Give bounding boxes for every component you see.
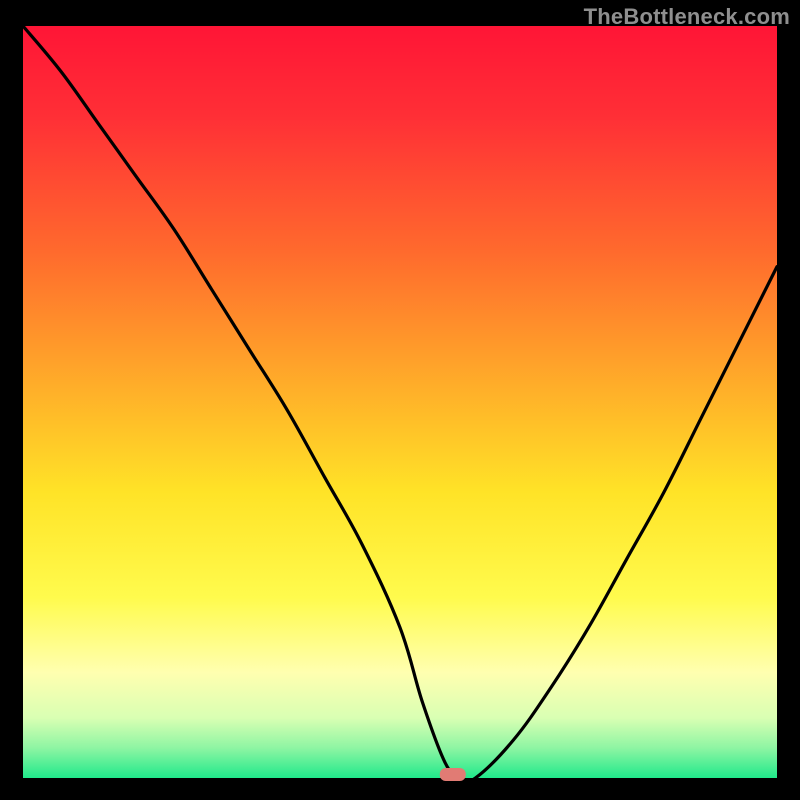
plot-background bbox=[23, 26, 777, 778]
bottleneck-chart bbox=[0, 0, 800, 800]
chart-frame: TheBottleneck.com bbox=[0, 0, 800, 800]
optimal-marker bbox=[440, 768, 466, 781]
